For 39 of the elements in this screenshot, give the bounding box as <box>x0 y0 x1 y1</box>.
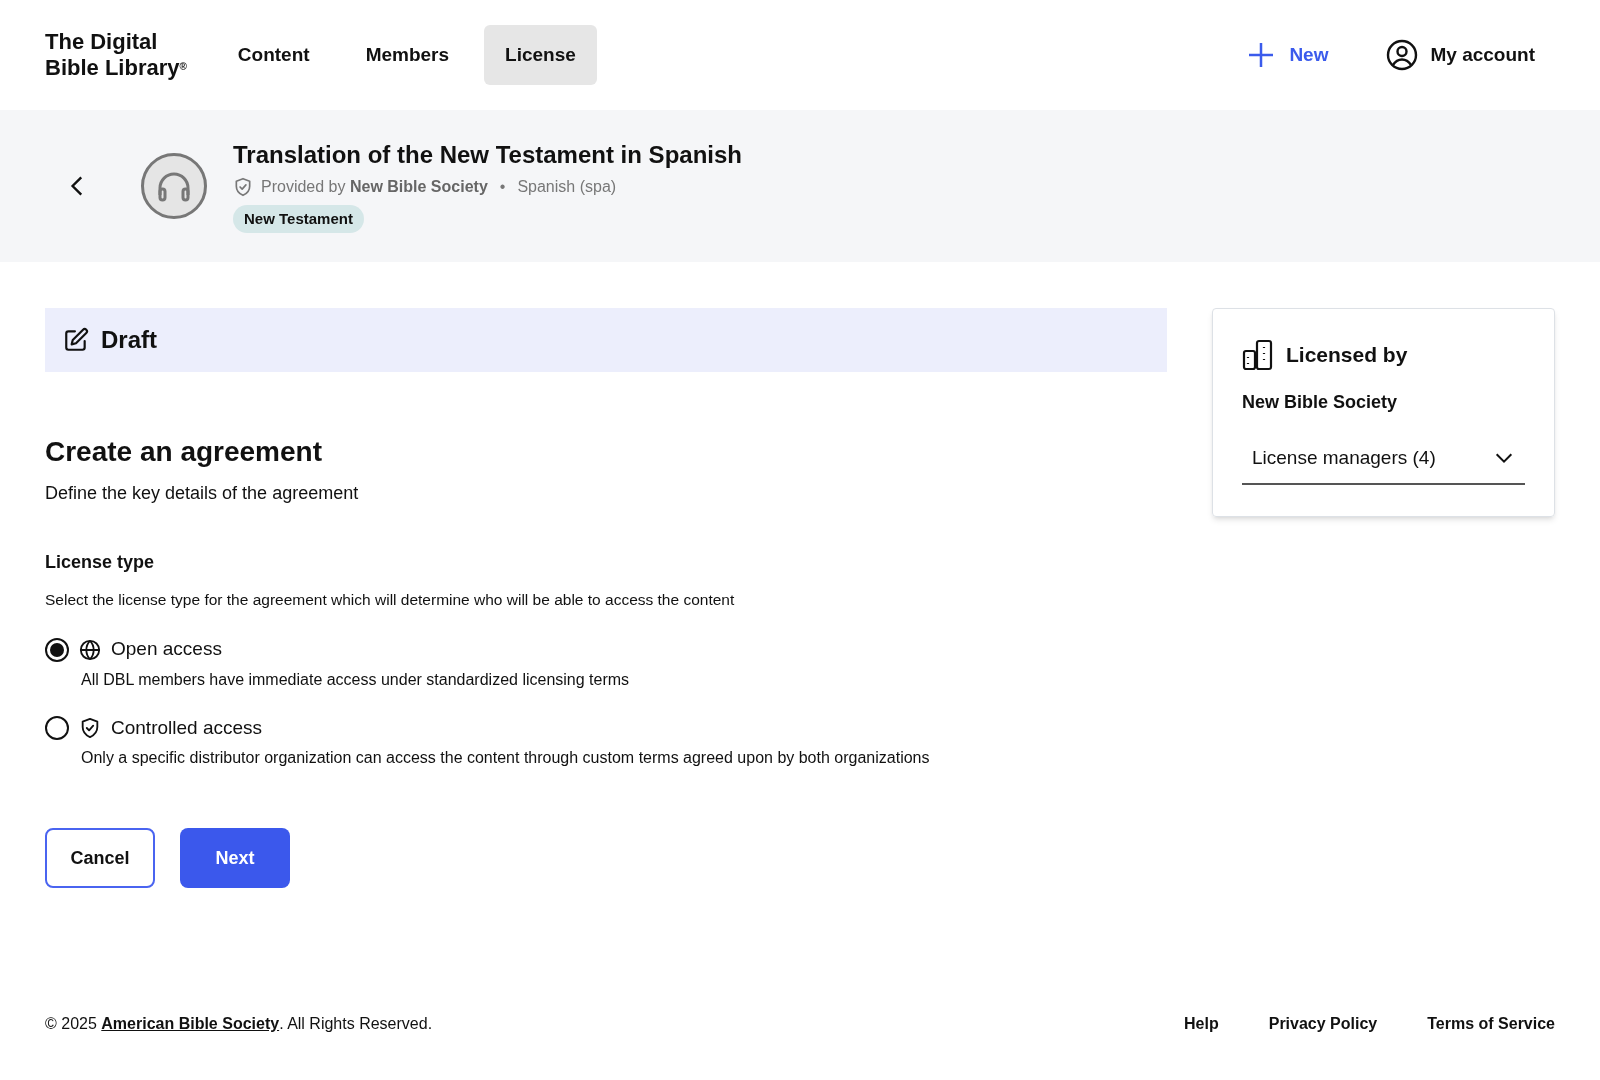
footer-link[interactable]: Terms of Service <box>1427 1012 1555 1036</box>
globe-icon <box>79 638 101 661</box>
copyright-text: © 2025 American Bible Society. All Rights Reserved. <box>45 1014 433 1034</box>
new-button[interactable]: New <box>1247 40 1329 70</box>
section-description: Select the license type for the agreement which will determine who will be able to access the content <box>45 590 736 610</box>
cancel-button[interactable]: Cancel <box>45 828 155 889</box>
form-subheading: Define the key details of the agreement <box>45 482 360 505</box>
edit-icon <box>63 327 89 353</box>
buildings-icon <box>1242 339 1274 371</box>
footer-link[interactable]: Privacy Policy <box>1268 1012 1378 1036</box>
option-description: Only a specific distributor organization can access the content through custom terms agreed upon by both organizations <box>81 748 931 769</box>
option-label[interactable]: Controlled access <box>111 713 263 743</box>
option-description: All DBL members have immediate access under standardized licensing terms <box>81 669 631 690</box>
testament-tag: New Testament <box>233 204 364 234</box>
radio-button[interactable] <box>45 716 69 740</box>
shield-check-icon <box>233 176 253 197</box>
option-label[interactable]: Open access <box>111 635 222 664</box>
site-logo[interactable]: The Digital Bible Library$^{®}$ <box>45 29 187 81</box>
resource-title: Translation of the New Testament in Spanish <box>233 139 742 170</box>
user-icon <box>1386 39 1419 71</box>
separator-dot: • <box>499 176 506 197</box>
section-title: License type <box>45 551 156 574</box>
nav-tab[interactable]: Content <box>216 25 331 85</box>
provider-text: Provided by New Bible Society <box>261 176 488 197</box>
plus-icon <box>1247 41 1276 69</box>
shield-check-icon <box>79 717 101 739</box>
organization-name: New Bible Society <box>1242 391 1399 414</box>
license-managers-dropdown[interactable]: License managers (4) <box>1242 444 1525 485</box>
copyright-link[interactable]: American Bible Society <box>101 1015 280 1032</box>
footer-link[interactable]: Help <box>1184 1012 1219 1036</box>
nav-tab[interactable]: Members <box>344 25 471 85</box>
radio-button[interactable] <box>45 637 69 662</box>
next-button[interactable]: Next <box>180 828 290 889</box>
form-heading: Create an agreement <box>45 435 323 469</box>
language-text: Spanish (spa) <box>517 176 617 197</box>
card-title: Licensed by <box>1286 342 1408 369</box>
draft-label: Draft <box>101 325 157 355</box>
nav-tab[interactable]: License <box>484 25 597 85</box>
account-button[interactable]: My account <box>1386 39 1535 71</box>
